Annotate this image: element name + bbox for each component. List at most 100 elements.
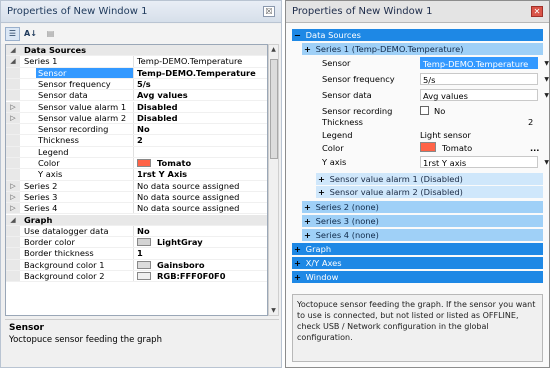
- expand-icon[interactable]: +: [316, 173, 327, 185]
- property-row[interactable]: Thickness 2: [6, 135, 267, 147]
- property-value[interactable]: Tomato: [133, 158, 267, 169]
- expand-icon[interactable]: +: [316, 186, 327, 198]
- property-row[interactable]: Y axis 1rst Y Axis: [6, 169, 267, 181]
- section-data-sources[interactable]: − Data Sources: [292, 29, 543, 41]
- category-row[interactable]: ◢ Data Sources: [6, 45, 267, 57]
- property-value[interactable]: Disabled: [133, 101, 267, 112]
- color-value[interactable]: Tomato: [420, 142, 472, 154]
- vertical-scrollbar[interactable]: ▲ ▼: [268, 44, 279, 316]
- property-value[interactable]: No data source assigned: [133, 191, 267, 203]
- sensor-data-dropdown[interactable]: Avg values ▼: [420, 89, 549, 101]
- property-value-text: 1rst Y Axis: [137, 169, 188, 180]
- expand-icon[interactable]: +: [292, 243, 303, 255]
- property-name: Sensor value alarm 1: [38, 101, 127, 112]
- section-xy-axes[interactable]: + X/Y Axes: [292, 257, 543, 269]
- section-window[interactable]: + Window: [292, 271, 543, 283]
- property-value[interactable]: Gainsboro: [133, 259, 267, 270]
- series-label: Series 2 (none): [315, 202, 379, 212]
- property-value[interactable]: Avg values: [133, 90, 267, 101]
- scrollbar-thumb[interactable]: [270, 59, 278, 159]
- categorized-icon[interactable]: ☰: [5, 27, 20, 41]
- property-value[interactable]: RGB:FFF0F0F0: [133, 271, 267, 282]
- color-swatch: [137, 260, 151, 269]
- collapse-icon[interactable]: ◢: [6, 214, 20, 225]
- scroll-up-icon[interactable]: ▲: [269, 46, 278, 53]
- property-value[interactable]: 2: [133, 135, 267, 146]
- property-row[interactable]: Sensor frequency 5/s: [6, 78, 267, 91]
- scroll-down-icon[interactable]: ▼: [269, 307, 278, 314]
- property-row[interactable]: ▷ Sensor value alarm 1 Disabled: [6, 101, 267, 113]
- expand-icon[interactable]: ▷: [6, 203, 20, 214]
- y-axis-dropdown[interactable]: 1rst Y axis ▼: [420, 156, 549, 168]
- property-value[interactable]: No data source assigned: [133, 180, 267, 191]
- color-swatch: [137, 159, 151, 167]
- description-panel: Yoctopuce sensor feeding the graph. If t…: [292, 294, 543, 362]
- color-picker-button[interactable]: ...: [530, 142, 539, 154]
- property-row[interactable]: Background color 2 RGB:FFF0F0F0: [6, 271, 267, 283]
- legend-value[interactable]: Light sensor: [420, 129, 471, 141]
- chevron-down-icon[interactable]: ▼: [544, 90, 549, 102]
- expand-icon[interactable]: ▷: [6, 112, 20, 124]
- collapse-icon[interactable]: ◢: [6, 45, 20, 56]
- alarm-1-header[interactable]: + Sensor value alarm 1 (Disabled): [316, 173, 543, 185]
- series-1-header[interactable]: + Series 1 (Temp-DEMO.Temperature): [302, 43, 543, 55]
- property-row[interactable]: Background color 1 Gainsboro: [6, 259, 267, 271]
- expand-icon[interactable]: +: [302, 215, 313, 227]
- property-value[interactable]: No: [133, 124, 267, 135]
- property-value[interactable]: 5/s: [133, 78, 267, 90]
- expand-icon[interactable]: +: [302, 201, 313, 213]
- category-row[interactable]: ◢ Graph: [6, 214, 267, 226]
- section-graph[interactable]: + Graph: [292, 243, 543, 255]
- property-value[interactable]: Temp-DEMO.Temperature: [133, 56, 267, 67]
- sensor-frequency-dropdown[interactable]: 5/s ▼: [420, 73, 549, 85]
- expand-icon[interactable]: +: [302, 43, 313, 55]
- expand-icon[interactable]: ▷: [6, 191, 20, 203]
- series-3-header[interactable]: + Series 3 (none): [302, 215, 543, 227]
- expand-icon[interactable]: +: [292, 271, 303, 283]
- collapse-icon[interactable]: −: [292, 29, 303, 41]
- property-value[interactable]: [133, 146, 267, 157]
- property-value[interactable]: 1: [133, 248, 267, 259]
- thickness-value[interactable]: 2: [528, 116, 533, 128]
- property-row[interactable]: ▷ Series 2 No data source assigned: [6, 180, 267, 192]
- alarm-2-header[interactable]: + Sensor value alarm 2 (Disabled): [316, 186, 543, 198]
- property-row[interactable]: ◢ Series 1 Temp-DEMO.Temperature: [6, 56, 267, 68]
- description-panel: Sensor Yoctopuce sensor feeding the grap…: [5, 319, 279, 365]
- property-row[interactable]: ▷ Series 4 No data source assigned: [6, 203, 267, 215]
- property-row[interactable]: Color Tomato: [6, 158, 267, 170]
- property-row[interactable]: ▷ Sensor value alarm 2 Disabled: [6, 112, 267, 125]
- collapse-icon[interactable]: ◢: [6, 56, 20, 67]
- property-value[interactable]: No data source assigned: [133, 203, 267, 214]
- expand-icon[interactable]: +: [292, 257, 303, 269]
- property-value[interactable]: LightGray: [133, 237, 267, 248]
- checkbox-icon[interactable]: [420, 106, 429, 115]
- series-4-header[interactable]: + Series 4 (none): [302, 229, 543, 241]
- series-2-header[interactable]: + Series 2 (none): [302, 201, 543, 213]
- row-gutter: [6, 135, 20, 146]
- chevron-down-icon[interactable]: ▼: [544, 74, 549, 86]
- expand-icon[interactable]: ▷: [6, 180, 20, 191]
- expand-icon[interactable]: +: [302, 229, 313, 241]
- property-row[interactable]: Sensor recording No: [6, 124, 267, 136]
- chevron-down-icon[interactable]: ▼: [544, 157, 549, 169]
- close-icon[interactable]: ✕: [531, 6, 543, 17]
- property-pages-icon[interactable]: ▤: [43, 27, 58, 41]
- expand-icon[interactable]: ▷: [6, 101, 20, 112]
- sensor-dropdown[interactable]: Temp-DEMO.Temperature ▼: [420, 57, 549, 69]
- property-row[interactable]: ▷ Series 3 No data source assigned: [6, 191, 267, 204]
- close-icon[interactable]: ☒: [263, 6, 275, 17]
- property-value[interactable]: 1rst Y Axis: [133, 169, 267, 180]
- property-value[interactable]: Temp-DEMO.Temperature: [133, 67, 267, 78]
- property-value[interactable]: Disabled: [133, 112, 267, 124]
- property-row[interactable]: Use datalogger data No: [6, 225, 267, 238]
- color-swatch[interactable]: [420, 142, 436, 152]
- property-row[interactable]: Border thickness 1: [6, 248, 267, 260]
- chevron-down-icon[interactable]: ▼: [544, 58, 549, 70]
- property-row[interactable]: Legend: [6, 146, 267, 158]
- property-value[interactable]: No: [133, 225, 267, 237]
- sort-az-icon[interactable]: A↓: [23, 27, 38, 41]
- property-row[interactable]: Sensor Temp-DEMO.Temperature: [6, 67, 267, 79]
- property-row[interactable]: Sensor data Avg values: [6, 90, 267, 102]
- property-row[interactable]: Border color LightGray: [6, 237, 267, 249]
- color-swatch: [137, 272, 151, 280]
